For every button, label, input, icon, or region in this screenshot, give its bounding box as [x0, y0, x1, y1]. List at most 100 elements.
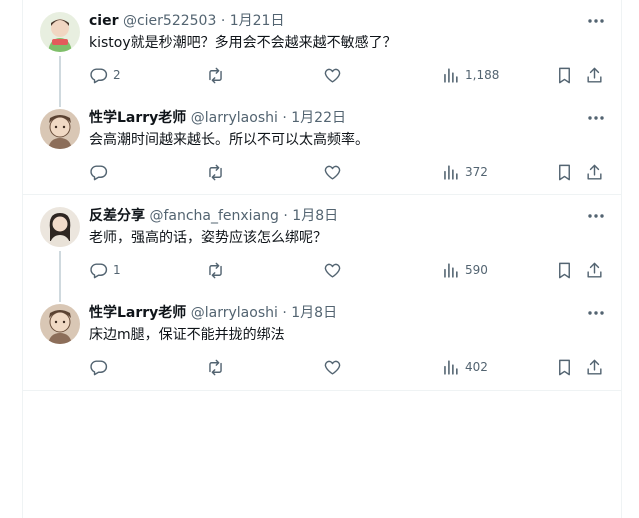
more-icon[interactable] — [586, 209, 606, 223]
share-button[interactable] — [585, 161, 604, 183]
separator-dot: · — [220, 13, 226, 29]
bookmark-button[interactable] — [555, 259, 574, 281]
retweet-button[interactable] — [206, 259, 230, 281]
author-handle[interactable]: @larrylaoshi — [191, 305, 278, 321]
heart-icon — [324, 263, 341, 278]
reply-button[interactable]: 2 — [89, 64, 121, 86]
bookmark-button[interactable] — [555, 161, 574, 183]
tweet[interactable]: 反差分享 @fancha_fenxiang · 1月8日 老师，强高的话，姿势应… — [23, 195, 621, 292]
tweet-text: 会高潮时间越来越长。所以不可以太高频率。 — [89, 132, 369, 148]
heart-icon — [324, 68, 341, 83]
view-count: 590 — [465, 263, 488, 277]
share-icon — [587, 359, 602, 375]
views-icon — [444, 262, 458, 278]
tweet-header: 性学Larry老师 @larrylaoshi · 1月22日 — [89, 109, 346, 127]
tweet-header: 反差分享 @fancha_fenxiang · 1月8日 — [89, 207, 338, 225]
more-icon[interactable] — [586, 111, 606, 125]
separator-dot: · — [282, 305, 287, 321]
more-icon[interactable] — [586, 14, 606, 28]
share-icon — [587, 164, 602, 180]
like-button[interactable] — [323, 356, 347, 378]
tweet-date[interactable]: 1月21日 — [230, 13, 285, 29]
like-button[interactable] — [323, 161, 347, 183]
author-handle[interactable]: @cier522503 — [123, 13, 216, 29]
views-button[interactable]: 1,188 — [441, 64, 499, 86]
bookmark-icon — [559, 359, 570, 375]
tweet[interactable]: cier @cier522503 · 1月21日 kistoy就是秒潮吧？多用会… — [23, 0, 621, 97]
retweet-button[interactable] — [206, 64, 230, 86]
reply-icon — [90, 359, 108, 375]
retweet-icon — [209, 359, 222, 375]
tweet-text: 床边m腿，保证不能并拢的绑法 — [89, 327, 285, 343]
retweet-button[interactable] — [206, 161, 230, 183]
views-icon — [444, 359, 458, 375]
reply-button[interactable]: 1 — [89, 259, 121, 281]
bookmark-icon — [559, 164, 570, 180]
reply-button[interactable] — [89, 161, 113, 183]
thread-line — [59, 292, 61, 302]
views-button[interactable]: 372 — [441, 161, 488, 183]
view-count: 402 — [465, 360, 488, 374]
reply-count: 2 — [113, 68, 121, 82]
reply-count: 1 — [113, 263, 121, 277]
author-handle[interactable]: @fancha_fenxiang — [149, 208, 278, 224]
bookmark-button[interactable] — [555, 356, 574, 378]
author-name[interactable]: cier — [89, 13, 119, 29]
author-name[interactable]: 性学Larry老师 — [89, 110, 186, 126]
timeline-column: cier @cier522503 · 1月21日 kistoy就是秒潮吧？多用会… — [22, 0, 622, 518]
tweet-date[interactable]: 1月22日 — [291, 110, 346, 126]
views-button[interactable]: 590 — [441, 259, 488, 281]
heart-icon — [324, 360, 341, 375]
avatar[interactable] — [40, 109, 80, 149]
retweet-icon — [209, 164, 222, 180]
retweet-icon — [209, 262, 222, 278]
reply-icon — [90, 67, 108, 83]
views-icon — [444, 164, 458, 180]
like-button[interactable] — [323, 259, 347, 281]
avatar[interactable] — [40, 304, 80, 344]
author-handle[interactable]: @larrylaoshi — [191, 110, 278, 126]
share-icon — [587, 67, 602, 83]
separator-dot: · — [283, 208, 288, 224]
bookmark-icon — [559, 67, 570, 83]
view-count: 372 — [465, 165, 488, 179]
tweet-actions: 402 — [89, 356, 619, 378]
view-count: 1,188 — [465, 68, 500, 82]
like-button[interactable] — [323, 64, 347, 86]
reply-icon — [90, 164, 108, 180]
divider — [23, 390, 621, 391]
retweet-button[interactable] — [206, 356, 230, 378]
author-name[interactable]: 反差分享 — [89, 208, 145, 224]
views-icon — [444, 67, 458, 83]
share-button[interactable] — [585, 64, 604, 86]
more-icon[interactable] — [586, 306, 606, 320]
tweet-text: kistoy就是秒潮吧？多用会不会越来越不敏感了？ — [89, 35, 397, 51]
thread-line — [59, 56, 61, 97]
tweet-actions: 1 590 — [89, 259, 619, 281]
views-button[interactable]: 402 — [441, 356, 488, 378]
heart-icon — [324, 165, 341, 180]
share-button[interactable] — [585, 259, 604, 281]
separator-dot: · — [282, 110, 287, 126]
tweet-header: 性学Larry老师 @larrylaoshi · 1月8日 — [89, 304, 337, 322]
reply-icon — [90, 262, 108, 278]
tweet[interactable]: 性学Larry老师 @larrylaoshi · 1月22日 会高潮时间越来越长… — [23, 97, 621, 194]
tweet-date[interactable]: 1月8日 — [291, 305, 337, 321]
tweet-header: cier @cier522503 · 1月21日 — [89, 12, 284, 30]
avatar[interactable] — [40, 207, 80, 247]
share-icon — [587, 262, 602, 278]
bookmark-button[interactable] — [555, 64, 574, 86]
thread-line — [59, 97, 61, 107]
author-name[interactable]: 性学Larry老师 — [89, 305, 186, 321]
avatar[interactable] — [40, 12, 80, 52]
tweet-actions: 372 — [89, 161, 619, 183]
bookmark-icon — [559, 262, 570, 278]
share-button[interactable] — [585, 356, 604, 378]
tweet-text: 老师，强高的话，姿势应该怎么绑呢？ — [89, 230, 327, 246]
thread-line — [59, 251, 61, 292]
tweet-actions: 2 1,188 — [89, 64, 619, 86]
tweet-date[interactable]: 1月8日 — [292, 208, 338, 224]
tweet[interactable]: 性学Larry老师 @larrylaoshi · 1月8日 床边m腿，保证不能并… — [23, 292, 621, 389]
retweet-icon — [209, 67, 222, 83]
reply-button[interactable] — [89, 356, 113, 378]
